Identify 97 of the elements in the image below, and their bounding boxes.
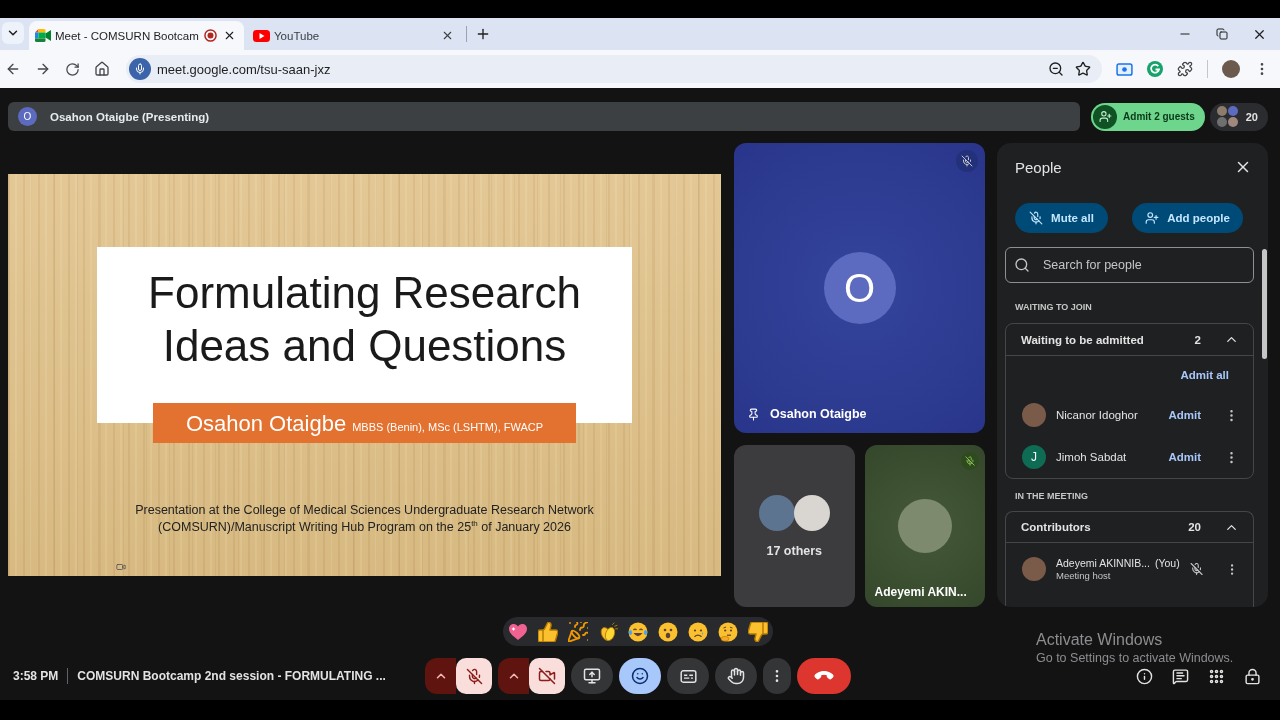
party-popper-icon[interactable] (568, 621, 588, 642)
captions-button[interactable] (667, 658, 709, 694)
meeting-time: 3:58 PM (13, 669, 59, 683)
thumbs-up-icon[interactable] (538, 621, 558, 642)
close-icon[interactable] (223, 29, 236, 42)
address-bar[interactable]: meet.google.com/tsu-saan-jxz (126, 55, 1102, 83)
section-heading: IN THE MEETING (1014, 490, 1089, 503)
others-count: 17 others (766, 543, 823, 558)
participant-avatar: O (823, 252, 896, 324)
camera-logo-icon (35, 29, 51, 42)
close-icon[interactable] (441, 29, 454, 42)
grid-icon[interactable] (1208, 667, 1225, 685)
smiley-icon (631, 667, 649, 685)
hand-icon (727, 667, 745, 685)
present-screen-button[interactable] (571, 658, 613, 694)
crying-face-icon[interactable] (688, 621, 708, 642)
presenter-credentials: MBBS (Benin), MSc (LSHTM), FWACP (352, 421, 544, 433)
tab-list-button[interactable] (2, 22, 24, 44)
surprised-face-icon[interactable] (658, 621, 678, 642)
video-camera-icon (116, 562, 126, 572)
avatar-placeholder (1022, 557, 1046, 581)
captions-icon (679, 669, 697, 683)
mic-off-icon[interactable] (1189, 562, 1203, 576)
lock-icon[interactable] (1244, 667, 1261, 685)
participant-avatar: J (1022, 445, 1046, 469)
participant-avatar (1227, 106, 1238, 116)
g-logo-icon[interactable] (1147, 61, 1163, 77)
heart-icon[interactable] (508, 621, 528, 642)
avatar-placeholder (897, 499, 952, 553)
browser-tab[interactable]: Meet - COMSURN Bootcam (29, 21, 244, 50)
participant-name: Adeyemi AKINNIB... (1056, 557, 1150, 569)
participant-name: Jimoh Sabdat (1056, 451, 1127, 463)
thumbs-down-icon[interactable] (748, 621, 768, 642)
presenter-name: Osahon Otaigbe (185, 411, 347, 437)
participants-button[interactable]: 20 (1209, 102, 1268, 131)
reactions-button[interactable] (619, 658, 661, 694)
you-label: (You) (1154, 557, 1180, 569)
admit-button[interactable]: Admit (1168, 451, 1201, 463)
scrollbar-thumb[interactable] (1262, 249, 1267, 359)
laughing-face-icon[interactable] (628, 621, 648, 642)
add-people-button[interactable]: Add people (1132, 203, 1243, 233)
participant-name: Nicanor Idoghor (1056, 409, 1138, 421)
notice-message: Go to Settings to activate Windows. (1036, 651, 1234, 665)
slide-caption: Presentation at the College of Medical Sciences Undergraduate Research Network (COMSURN)/Manuscript Writing Hub Program on the 25$^{th}$ of January 2026 (134, 502, 595, 536)
meeting-title: COMSURN Bootcamp 2nd session - FORMULATING ... (77, 669, 386, 683)
presenter-avatar: O (18, 107, 37, 126)
group-count: 2 (1194, 333, 1201, 346)
search-icon (1014, 257, 1030, 273)
avatar-placeholder (758, 494, 795, 531)
raise-hand-button[interactable] (715, 658, 757, 694)
participant-role: Meeting host (1056, 570, 1112, 581)
profile-avatar[interactable] (1222, 60, 1240, 78)
mute-all-button[interactable]: Mute all (1015, 203, 1108, 233)
clapping-hands-icon[interactable] (598, 621, 618, 642)
participant-name: Osahon Otaigbe (770, 407, 867, 421)
video-camera-off-icon (538, 667, 556, 685)
thinking-face-icon[interactable] (718, 621, 738, 642)
section-heading: WAITING TO JOIN (1014, 301, 1093, 314)
group-count: 20 (1188, 521, 1201, 533)
star-icon[interactable] (1075, 61, 1091, 77)
admit-button[interactable]: Admit (1168, 409, 1201, 421)
mic-off-icon (1029, 211, 1044, 225)
forward-arrow-icon[interactable] (35, 61, 51, 77)
admit-guests-button[interactable]: Admit 2 guests (1091, 102, 1205, 131)
more-options-button[interactable] (763, 658, 791, 694)
camera-button[interactable] (529, 658, 565, 694)
monitor-arrow-icon (583, 667, 601, 685)
home-icon[interactable] (94, 61, 110, 77)
leave-call-button[interactable] (797, 658, 851, 694)
microphone-icon[interactable] (129, 58, 151, 80)
info-icon[interactable] (1136, 667, 1153, 685)
browser-tab[interactable]: YouTube (247, 21, 462, 50)
new-tab-icon[interactable] (475, 26, 491, 42)
notice-title: Activate Windows (1036, 630, 1164, 649)
avatar-placeholder (793, 494, 830, 531)
zoom-out-icon[interactable] (1048, 61, 1064, 77)
avatar-placeholder (1022, 403, 1046, 427)
chat-icon[interactable] (1172, 667, 1189, 685)
person-add-icon (1093, 104, 1118, 129)
person-add-icon (1145, 211, 1160, 225)
screen-record-icon[interactable] (1116, 62, 1133, 76)
participant-avatar (1216, 117, 1227, 127)
participant-name: Adeyemi AKIN... (874, 585, 967, 599)
participant-avatar (1216, 106, 1227, 116)
search-field[interactable]: Search for people (1005, 247, 1254, 283)
reload-icon[interactable] (65, 61, 80, 77)
group-title: Waiting to be admitted (1021, 333, 1144, 346)
restore-icon[interactable] (1216, 28, 1228, 40)
microphone-off-icon (465, 667, 483, 685)
presenting-label: Osahon Otaigbe (Presenting) (50, 110, 210, 123)
puzzle-icon[interactable] (1177, 61, 1193, 77)
admit-all-button[interactable]: Admit all (1180, 369, 1229, 381)
microphone-button[interactable] (456, 658, 492, 694)
participant-avatar (1227, 117, 1238, 127)
panel-title: People (1015, 158, 1062, 176)
group-title: Contributors (1021, 521, 1091, 533)
play-logo-icon (253, 29, 270, 42)
